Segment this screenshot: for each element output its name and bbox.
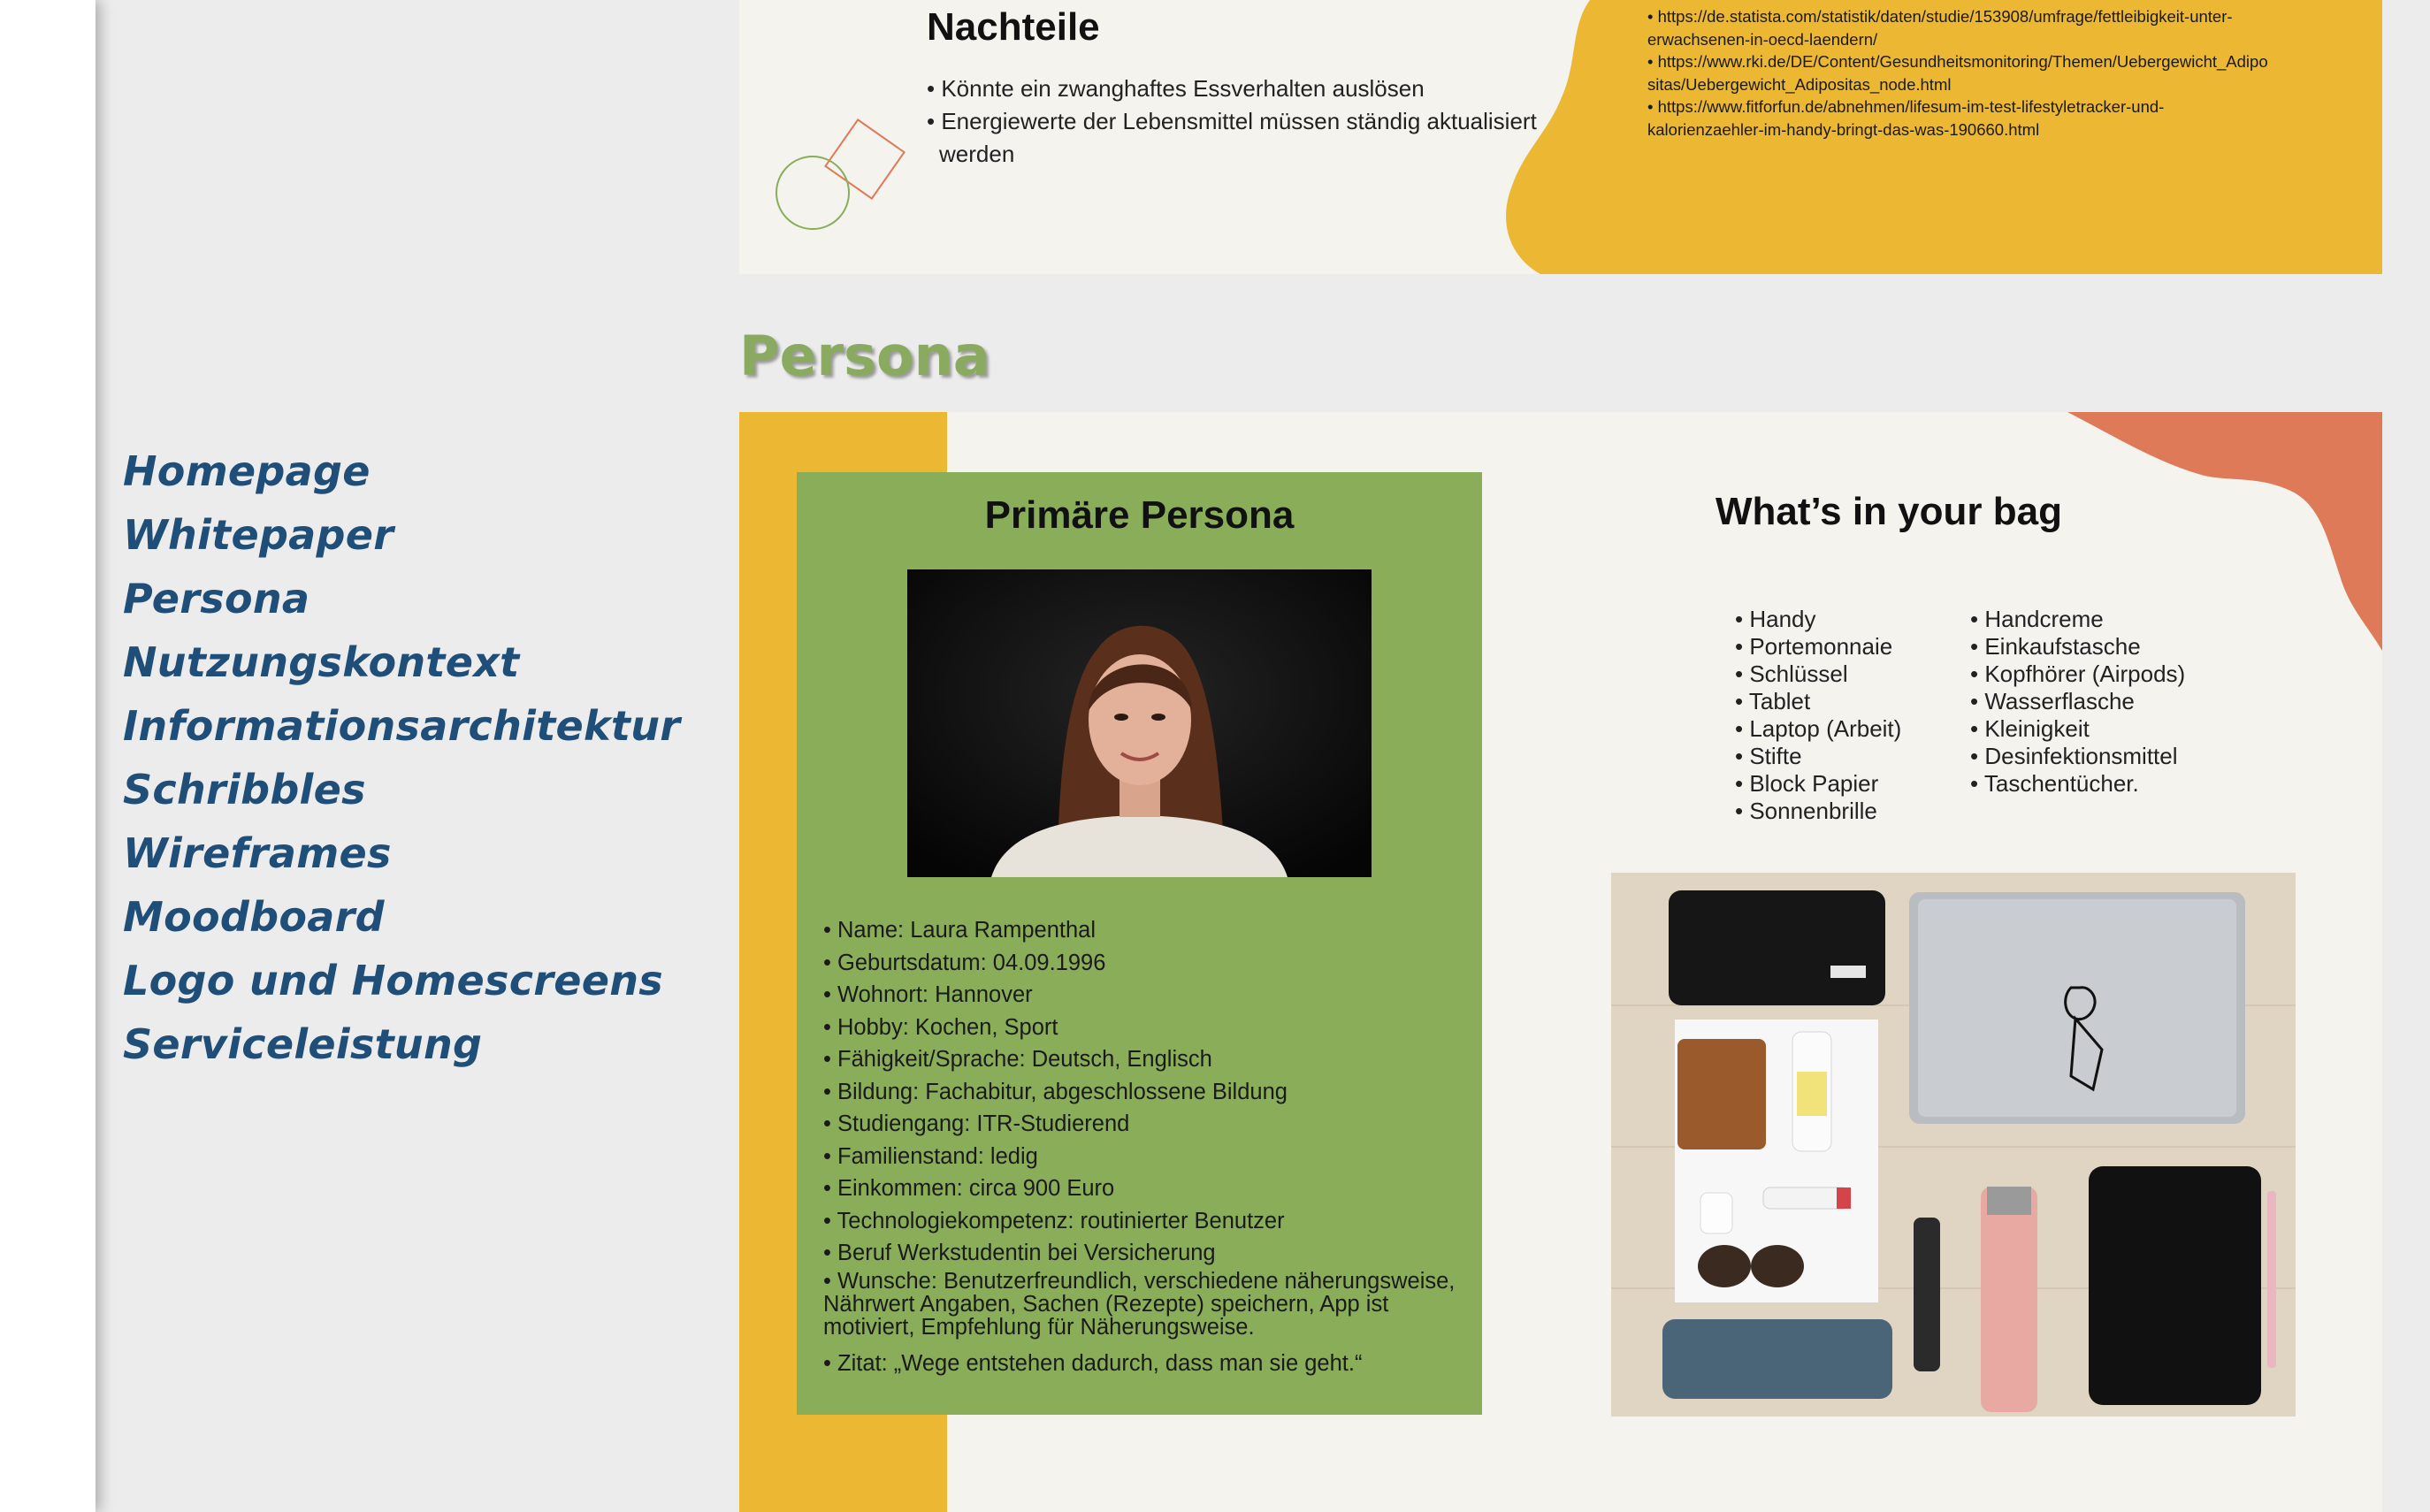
persona-fact: • Wohnort: Hannover (823, 982, 1033, 1007)
nav-link-serviceleistung[interactable]: Serviceleistung (123, 1020, 482, 1068)
persona-fact: • Hobby: Kochen, Sport (823, 1014, 1058, 1040)
bag-item: • Tablet (1735, 688, 1811, 714)
nav-link-persona[interactable]: Persona (123, 575, 309, 622)
wallet-shape (1677, 1039, 1766, 1149)
bag-item: • Handcreme (1970, 606, 2104, 632)
bag-item: • Desinfektionsmittel (1970, 743, 2178, 769)
bag-item: • Handy (1735, 606, 1816, 632)
snack-bar-shape (1914, 1218, 1940, 1371)
persona-facts-list: • Name: Laura Rampenthal • Geburtsdatum:… (823, 914, 1464, 1379)
bag-item: • Schlüssel (1735, 661, 1848, 687)
persona-wishes: • Wunsche: Benutzerfreundlich, verschied… (823, 1268, 1456, 1340)
persona-card-title: Primäre Persona (984, 493, 1295, 537)
persona-fact: • Familienstand: ledig (823, 1143, 1038, 1169)
source-link[interactable]: • https://de.statista.com/statistik/date… (1647, 5, 2284, 50)
bag-item: • Taschentücher. (1970, 770, 2139, 797)
nachteile-title: Nachteile (927, 5, 1100, 49)
bag-list-column-2: • Handcreme • Einkaufstasche • Kopfhörer… (1970, 606, 2185, 798)
bag-item: • Laptop (Arbeit) (1735, 715, 1902, 742)
nachteile-item: • Energiewerte der Lebensmittel müssen s… (927, 108, 1537, 167)
nav-link-wireframes[interactable]: Wireframes (123, 829, 392, 877)
nav-link-informationsarchitektur[interactable]: Informationsarchitektur (123, 702, 680, 750)
nav-link-whitepaper[interactable]: Whitepaper (123, 511, 394, 559)
nachteile-list: • Könnte ein zwanghaftes Essverhalten au… (927, 73, 1616, 171)
bag-list-column-1: • Handy • Portemonnaie • Schlüssel • Tab… (1735, 606, 1901, 825)
persona-fact: • Geburtsdatum: 04.09.1996 (823, 950, 1106, 975)
bag-item: • Stifte (1735, 743, 1802, 769)
sources-list: • https://de.statista.com/statistik/date… (1647, 5, 2284, 141)
water-bottle-shape (1981, 1187, 2037, 1412)
section-heading-persona: Persona (739, 324, 990, 388)
persona-portrait-image (907, 569, 1372, 877)
bag-item: • Portemonnaie (1735, 633, 1893, 660)
shopping-bag-shape (1662, 1319, 1892, 1399)
primary-persona-card: Primäre Persona • Name: Laura Rampenthal… (797, 472, 1482, 1415)
persona-fact: • Bildung: Fachabitur, abgeschlossene Bi… (823, 1079, 1288, 1104)
persona-fact: • Fähigkeit/Sprache: Deutsch, Englisch (823, 1047, 1212, 1072)
nav-link-moodboard[interactable]: Moodboard (123, 893, 385, 941)
persona-fact: • Beruf Werkstudentin bei Versicherung (823, 1241, 1216, 1265)
bag-item: • Kleinigkeit (1970, 715, 2090, 742)
bag-item: • Block Papier (1735, 770, 1879, 797)
persona-fact: • Technologiekompetenz: routinierter Ben… (823, 1208, 1285, 1233)
source-link[interactable]: • https://www.fitforfun.de/abnehmen/life… (1647, 95, 2284, 141)
nav-link-homepage[interactable]: Homepage (123, 447, 371, 495)
square-outline-shape (824, 118, 906, 200)
sidebar-nav: Homepage Whitepaper Persona Nutzungskont… (123, 447, 680, 1084)
bag-contents-photo (1611, 873, 2296, 1417)
tablet-shape (2089, 1166, 2261, 1405)
persona-fact: • Einkommen: circa 900 Euro (823, 1176, 1115, 1201)
slide-nachteile: Nachteile • Könnte ein zwanghaftes Essve… (739, 0, 2382, 274)
nav-link-logo-homescreens[interactable]: Logo und Homescreens (123, 957, 663, 1004)
nav-link-schribbles[interactable]: Schribbles (123, 766, 366, 813)
bag-title: What’s in your bag (1716, 490, 2062, 533)
persona-fact: • Name: Laura Rampenthal (823, 918, 1097, 943)
bag-item: • Einkaufstasche (1970, 633, 2141, 660)
pencil-case-shape (1669, 890, 1885, 1005)
nachteile-item: • Könnte ein zwanghaftes Essverhalten au… (927, 75, 1425, 102)
bag-item: • Wasserflasche (1970, 688, 2135, 714)
circle-outline-shape (776, 156, 850, 230)
persona-fact: • Studiengang: ITR-Studierend (823, 1111, 1130, 1136)
window-left-edge (0, 0, 96, 1512)
source-link[interactable]: • https://www.rki.de/DE/Content/Gesundhe… (1647, 50, 2284, 95)
nav-link-nutzungskontext[interactable]: Nutzungskontext (123, 638, 519, 686)
bag-item: • Sonnenbrille (1735, 798, 1877, 824)
persona-quote: • Zitat: „Wege entstehen dadurch, dass m… (823, 1350, 1363, 1376)
slide-persona: Primäre Persona • Name: Laura Rampenthal… (739, 412, 2382, 1512)
bag-item: • Kopfhörer (Airpods) (1970, 661, 2186, 687)
